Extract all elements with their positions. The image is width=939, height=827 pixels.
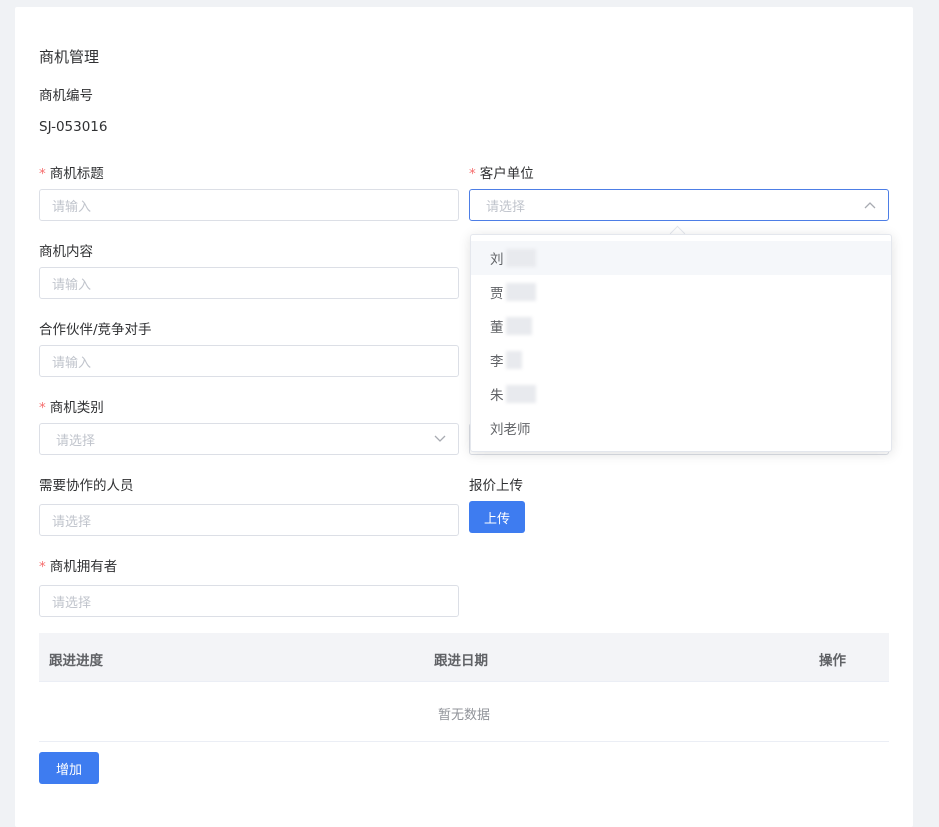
- table-empty-row: 暂无数据: [39, 682, 889, 742]
- owner-placeholder: 请选择: [52, 595, 92, 611]
- owner-label: * 商机拥有者: [39, 559, 118, 575]
- column-actions: 操作: [819, 653, 846, 669]
- dropdown-option[interactable]: 刘老师: [471, 411, 891, 445]
- chevron-down-icon: [434, 433, 446, 446]
- upload-button[interactable]: 上传: [469, 501, 525, 533]
- dropdown-option[interactable]: 朱: [471, 377, 891, 411]
- column-date: 跟进日期: [434, 653, 488, 669]
- empty-text: 暂无数据: [437, 708, 490, 723]
- redacted-mask: [505, 385, 536, 403]
- code-value: SJ-053016: [39, 119, 108, 135]
- dropdown-option[interactable]: 贾: [471, 275, 891, 309]
- required-mark: *: [39, 400, 46, 416]
- dropdown-option[interactable]: 董: [471, 309, 891, 343]
- page-title: 商机管理: [39, 48, 100, 66]
- followup-table-header: 跟进进度 跟进日期 操作: [39, 633, 889, 682]
- partner-input[interactable]: 请输入: [39, 345, 459, 377]
- dropdown-option[interactable]: 李: [471, 343, 891, 377]
- subject-placeholder: 请输入: [52, 199, 92, 215]
- quote-label: 报价上传: [469, 478, 523, 494]
- category-label: * 商机类别: [39, 400, 104, 416]
- content-label: 商机内容: [39, 244, 93, 260]
- owner-input[interactable]: 请选择: [39, 585, 459, 617]
- category-placeholder: 请选择: [56, 433, 96, 449]
- collaborators-label: 需要协作的人员: [39, 478, 134, 494]
- required-mark: *: [39, 166, 46, 182]
- collaborators-placeholder: 请选择: [52, 514, 92, 530]
- partner-label: 合作伙伴/竞争对手: [39, 322, 152, 338]
- required-mark: *: [39, 559, 46, 575]
- redacted-mask: [505, 317, 532, 335]
- redacted-mask: [505, 283, 536, 301]
- collaborators-input[interactable]: 请选择: [39, 504, 459, 536]
- required-mark: *: [469, 166, 476, 182]
- customer-label: * 客户单位: [469, 166, 534, 182]
- content-input[interactable]: 请输入: [39, 267, 459, 299]
- redacted-mask: [505, 351, 522, 369]
- code-label: 商机编号: [39, 88, 93, 104]
- redacted-mask: [505, 249, 536, 267]
- content-placeholder: 请输入: [52, 277, 92, 293]
- category-select[interactable]: 请选择: [39, 423, 459, 455]
- add-button[interactable]: 增加: [39, 752, 99, 784]
- customer-select[interactable]: 请选择: [469, 189, 889, 221]
- subject-label: * 商机标题: [39, 166, 104, 182]
- subject-input[interactable]: 请输入: [39, 189, 459, 221]
- customer-dropdown: 刘 贾 董 李 朱 刘老师: [470, 234, 892, 452]
- dropdown-option[interactable]: 刘: [471, 241, 891, 275]
- customer-placeholder: 请选择: [486, 199, 526, 215]
- partner-placeholder: 请输入: [52, 355, 92, 371]
- column-progress: 跟进进度: [49, 653, 103, 669]
- chevron-up-icon: [864, 199, 876, 212]
